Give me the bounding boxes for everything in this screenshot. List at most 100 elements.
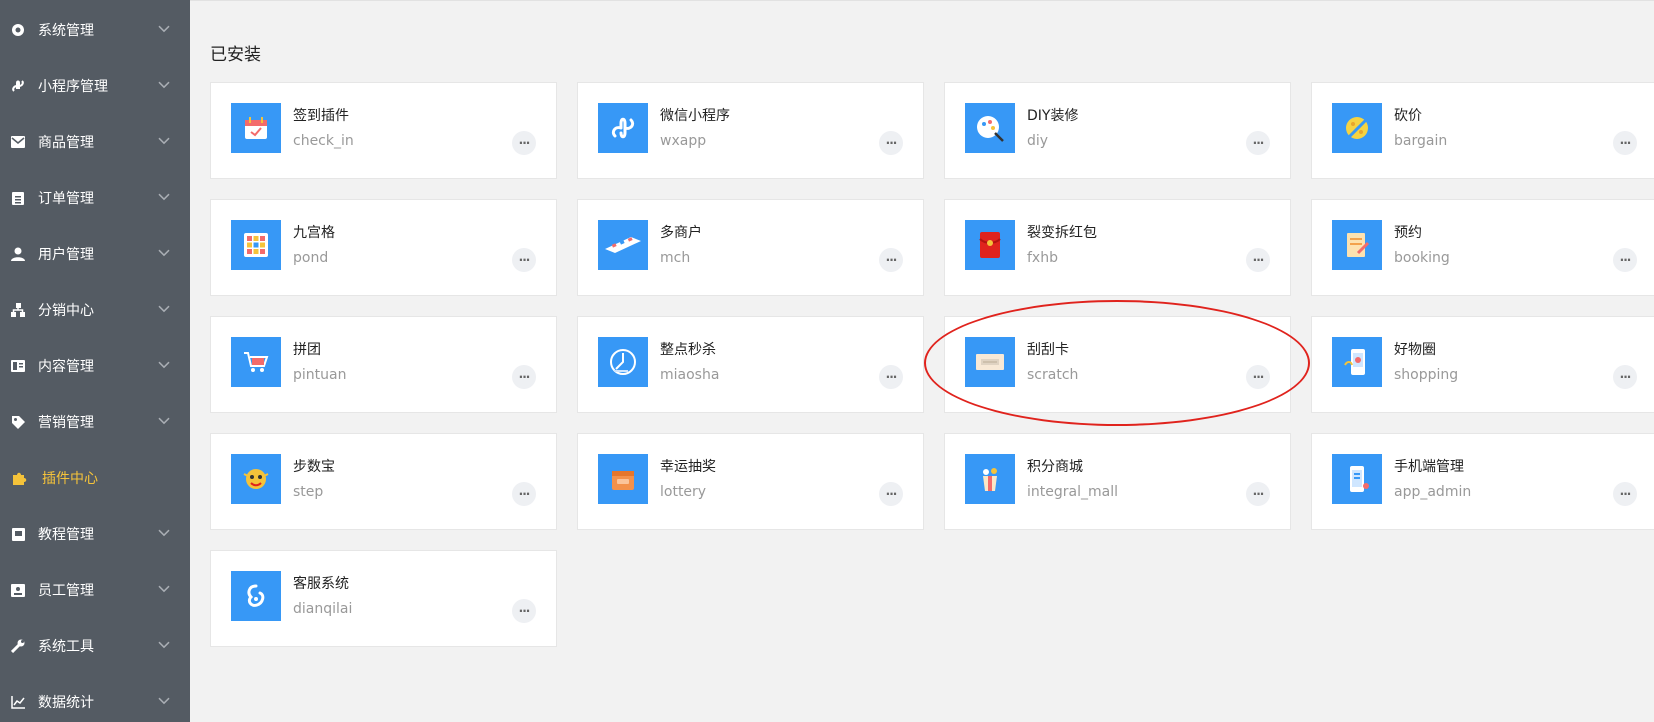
chevron-down-icon [158, 137, 170, 145]
more-options-button[interactable]: ··· [512, 482, 536, 506]
plugin-card-scratch[interactable]: 刮刮卡 scratch ··· [944, 316, 1291, 413]
more-options-button[interactable]: ··· [512, 365, 536, 389]
sidebar-item-label: 分销中心 [38, 303, 94, 319]
plugin-code: shopping [1394, 367, 1459, 383]
plugin-code: bargain [1394, 133, 1448, 149]
chevron-down-icon [158, 641, 170, 649]
grid-icon [231, 220, 281, 270]
gift-icon [965, 454, 1015, 504]
more-options-button[interactable]: ··· [879, 248, 903, 272]
plugin-card-booking[interactable]: 预约 booking ··· [1311, 199, 1654, 296]
sidebar-item-label: 数据统计 [38, 695, 94, 711]
sidebar-item-system[interactable]: 系统管理 [0, 2, 190, 58]
sidebar-item-products[interactable]: 商品管理 [0, 114, 190, 170]
clock-icon [598, 337, 648, 387]
plugin-card-shopping[interactable]: 好物圈 shopping ··· [1311, 316, 1654, 413]
more-options-button[interactable]: ··· [512, 599, 536, 623]
sidebar-item-label: 订单管理 [38, 191, 94, 207]
step-mascot-icon [231, 454, 281, 504]
calendar-check-icon [231, 103, 281, 153]
more-options-button[interactable]: ··· [1613, 365, 1637, 389]
page-title: 已安装 [210, 45, 261, 65]
plugin-code: integral_mall [1027, 484, 1118, 500]
plugin-card-bargain[interactable]: 砍价 bargain ··· [1311, 82, 1654, 179]
sidebar-item-statistics[interactable]: 数据统计 [0, 674, 190, 722]
sidebar: 系统管理 小程序管理 商品管理 订单管理 用户管理 分销中心 内容管理 营销管理… [0, 0, 190, 722]
mobile-admin-icon [1332, 454, 1382, 504]
sidebar-item-staff[interactable]: 员工管理 [0, 562, 190, 618]
more-options-button[interactable]: ··· [879, 365, 903, 389]
more-options-button[interactable]: ··· [879, 131, 903, 155]
sidebar-item-label: 内容管理 [38, 359, 94, 375]
plugin-name: 微信小程序 [660, 108, 730, 124]
plugin-card-integral-mall[interactable]: 积分商城 integral_mall ··· [944, 433, 1291, 530]
user-icon [10, 246, 26, 262]
badge-icon [10, 582, 26, 598]
plugin-code: pintuan [293, 367, 347, 383]
sidebar-item-tools[interactable]: 系统工具 [0, 618, 190, 674]
more-options-button[interactable]: ··· [1246, 131, 1270, 155]
plugin-code: scratch [1027, 367, 1079, 383]
more-options-button[interactable]: ··· [1613, 482, 1637, 506]
sidebar-item-tutorials[interactable]: 教程管理 [0, 506, 190, 562]
plugin-card-pintuan[interactable]: 拼团 pintuan ··· [210, 316, 557, 413]
more-options-button[interactable]: ··· [1246, 482, 1270, 506]
plugin-card-mch[interactable]: 多商户 mch ··· [577, 199, 924, 296]
sidebar-item-content[interactable]: 内容管理 [0, 338, 190, 394]
clipboard-icon [10, 190, 26, 206]
chevron-down-icon [158, 81, 170, 89]
chevron-down-icon [158, 361, 170, 369]
plugin-card-lottery[interactable]: 幸运抽奖 lottery ··· [577, 433, 924, 530]
chevron-down-icon [158, 585, 170, 593]
sidebar-item-distribution[interactable]: 分销中心 [0, 282, 190, 338]
cart-icon [231, 337, 281, 387]
plugin-code: fxhb [1027, 250, 1058, 266]
plugin-code: app_admin [1394, 484, 1472, 500]
plugin-card-dianqilai[interactable]: 客服系统 dianqilai ··· [210, 550, 557, 647]
plugin-card-step[interactable]: 步数宝 step ··· [210, 433, 557, 530]
sidebar-item-orders[interactable]: 订单管理 [0, 170, 190, 226]
tag-icon [10, 414, 26, 430]
plugin-card-miaosha[interactable]: 整点秒杀 miaosha ··· [577, 316, 924, 413]
plugin-card-check-in[interactable]: 签到插件 check_in ··· [210, 82, 557, 179]
plugin-name: 签到插件 [293, 108, 349, 124]
plugin-name: 裂变拆红包 [1027, 225, 1097, 241]
sidebar-item-label: 系统工具 [38, 639, 94, 655]
sidebar-item-marketing[interactable]: 营销管理 [0, 394, 190, 450]
divider [190, 0, 1654, 1]
sidebar-item-label: 小程序管理 [38, 79, 108, 95]
sidebar-item-users[interactable]: 用户管理 [0, 226, 190, 282]
plugin-code: check_in [293, 133, 354, 149]
plugin-code: lottery [660, 484, 707, 500]
more-options-button[interactable]: ··· [1246, 248, 1270, 272]
plugin-card-pond[interactable]: 九宫格 pond ··· [210, 199, 557, 296]
plugin-card-wxapp[interactable]: 微信小程序 wxapp ··· [577, 82, 924, 179]
plugin-card-fxhb[interactable]: 裂变拆红包 fxhb ··· [944, 199, 1291, 296]
more-options-button[interactable]: ··· [512, 248, 536, 272]
more-options-button[interactable]: ··· [879, 482, 903, 506]
plugin-code: mch [660, 250, 691, 266]
sidebar-item-label: 商品管理 [38, 135, 94, 151]
plugin-name: 整点秒杀 [660, 342, 716, 358]
more-options-button[interactable]: ··· [1613, 131, 1637, 155]
lottery-box-icon [598, 454, 648, 504]
plugin-card-diy[interactable]: DIY装修 diy ··· [944, 82, 1291, 179]
plugin-name: 积分商城 [1027, 459, 1083, 475]
more-options-button[interactable]: ··· [512, 131, 536, 155]
sidebar-item-miniprogram[interactable]: 小程序管理 [0, 58, 190, 114]
shopping-phone-icon [1332, 337, 1382, 387]
sidebar-item-label: 员工管理 [38, 583, 94, 599]
puzzle-icon [12, 470, 28, 486]
content-icon [10, 358, 26, 374]
more-options-button[interactable]: ··· [1246, 365, 1270, 389]
sidebar-item-label: 营销管理 [38, 415, 94, 431]
gear-icon [10, 22, 26, 38]
plugin-name: 预约 [1394, 225, 1422, 241]
link-icon [10, 78, 26, 94]
sidebar-item-plugins[interactable]: 插件中心 [0, 450, 190, 506]
plugin-card-app-admin[interactable]: 手机端管理 app_admin ··· [1311, 433, 1654, 530]
chevron-down-icon [158, 25, 170, 33]
diy-brush-icon [965, 103, 1015, 153]
more-options-button[interactable]: ··· [1613, 248, 1637, 272]
sidebar-item-label: 教程管理 [38, 527, 94, 543]
